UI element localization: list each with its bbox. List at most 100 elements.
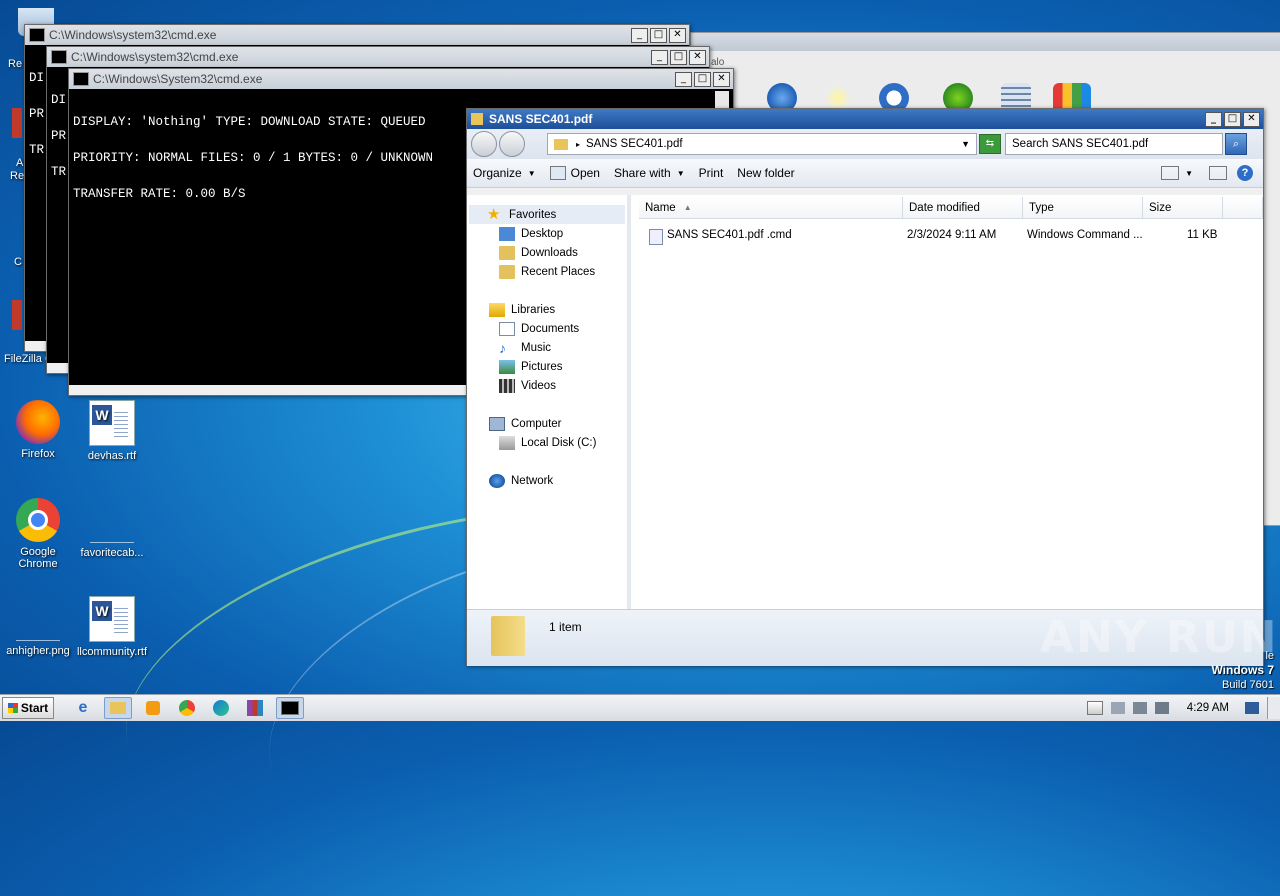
nav-label: Pictures <box>521 360 563 373</box>
desktop-partial-label: Re <box>10 170 25 182</box>
help-icon[interactable]: ? <box>1237 165 1253 181</box>
desktop-icon-devhas[interactable]: devhas.rtf <box>74 400 150 462</box>
desktop-icon-label: llcommunity.rtf <box>76 646 148 658</box>
chevron-down-icon[interactable]: ▼ <box>961 139 970 149</box>
preview-pane-icon[interactable] <box>1209 166 1227 180</box>
view-options-icon[interactable] <box>1161 166 1180 180</box>
taskbar-cmd[interactable] <box>276 697 304 719</box>
desktop-partial-icon-3[interactable] <box>12 300 22 330</box>
new-folder-button[interactable]: New folder <box>737 166 794 180</box>
background-app-titlebar[interactable] <box>691 33 1280 51</box>
nav-favorites[interactable]: ★ Favorites <box>469 205 625 224</box>
back-button[interactable] <box>471 131 497 157</box>
minimize-button[interactable]: _ <box>651 49 668 65</box>
forward-button[interactable] <box>499 131 525 157</box>
close-button[interactable]: ✕ <box>689 49 706 65</box>
taskbar-chrome[interactable] <box>174 698 200 718</box>
cmd-icon <box>73 72 89 86</box>
desktop-icon-label: Firefox <box>21 448 55 460</box>
volume-icon[interactable] <box>1132 702 1147 714</box>
desktop-icon-firefox[interactable]: Firefox <box>0 400 76 460</box>
nav-label: Computer <box>511 417 562 430</box>
maximize-button[interactable]: □ <box>650 27 667 43</box>
address-bar[interactable]: ▸ SANS SEC401.pdf ▼ <box>547 133 977 155</box>
desktop-partial-label: C <box>14 256 22 268</box>
taskbar-edge[interactable] <box>208 698 234 718</box>
explorer-window[interactable]: SANS SEC401.pdf _ □ ✕ ▸ SANS SEC401.pdf … <box>466 108 1264 666</box>
column-header-size[interactable]: Size <box>1143 197 1223 219</box>
close-button[interactable]: ✕ <box>1243 111 1260 127</box>
search-input[interactable]: Search SANS SEC401.pdf <box>1005 133 1223 155</box>
close-button[interactable]: ✕ <box>669 27 686 43</box>
watermark: ANY RUN <box>1040 612 1279 663</box>
start-label: Start <box>20 701 49 715</box>
share-with-button[interactable]: Share with ▼ <box>614 166 685 180</box>
nav-music[interactable]: ♪ Music <box>499 338 551 357</box>
cmd-window-titlebar[interactable]: C:\Windows\system32\cmd.exe _ □ ✕ <box>25 25 689 45</box>
column-header-name[interactable]: Name ▲ <box>639 197 903 219</box>
blank-file-icon <box>16 596 60 641</box>
nav-recent-places[interactable]: Recent Places <box>499 262 595 281</box>
organize-button[interactable]: Organize ▼ <box>473 166 536 180</box>
document-icon <box>499 321 515 336</box>
nav-network[interactable]: Network <box>489 471 553 490</box>
maximize-button[interactable]: □ <box>694 71 711 87</box>
print-button[interactable]: Print <box>699 166 724 180</box>
desktop-partial-icon-2[interactable] <box>12 108 22 138</box>
nav-computer[interactable]: Computer <box>489 414 562 433</box>
nav-local-disk[interactable]: Local Disk (C:) <box>499 433 596 452</box>
clock[interactable]: 4:29 AM <box>1187 702 1229 714</box>
explorer-titlebar[interactable]: SANS SEC401.pdf _ □ ✕ <box>467 109 1263 129</box>
taskbar-media-player[interactable] <box>140 698 166 718</box>
column-header-extra[interactable] <box>1223 197 1263 219</box>
maximize-button[interactable]: □ <box>1224 111 1241 127</box>
minimize-button[interactable]: _ <box>675 71 692 87</box>
search-icon[interactable]: ⌕ <box>1225 133 1247 155</box>
taskbar-ie[interactable]: e <box>70 698 96 718</box>
table-row[interactable]: SANS SEC401.pdf .cmd 2/3/2024 9:11 AM Wi… <box>631 227 1263 245</box>
refresh-button[interactable]: ⇆ <box>979 134 1001 154</box>
cmd-window-titlebar[interactable]: C:\Windows\System32\cmd.exe _ □ ✕ <box>69 69 733 89</box>
column-label: Date modified <box>909 201 980 214</box>
nav-desktop[interactable]: Desktop <box>499 224 563 243</box>
taskbar: Start e 4:29 AM <box>0 694 1280 721</box>
minimize-button[interactable]: _ <box>631 27 648 43</box>
flag-icon[interactable] <box>1086 701 1103 715</box>
desktop-icon-favoritecab[interactable]: favoritecab... <box>74 498 150 559</box>
folder-icon <box>491 616 525 656</box>
open-button[interactable]: Open <box>549 166 600 180</box>
navigation-pane[interactable]: ★ Favorites Desktop Downloads Recent Plac… <box>469 195 631 609</box>
desktop-icon-label: favoritecab... <box>80 547 144 559</box>
desktop-icon-anhigher[interactable]: anhigher.png <box>0 596 76 657</box>
minimize-button[interactable]: _ <box>1205 111 1222 127</box>
cmd-window-titlebar[interactable]: C:\Windows\system32\cmd.exe _ □ ✕ <box>47 47 709 67</box>
close-button[interactable]: ✕ <box>713 71 730 87</box>
taskbar-winrar[interactable] <box>242 698 268 718</box>
computer-icon <box>489 416 505 431</box>
desktop-icon-chrome[interactable]: Google Chrome <box>0 498 76 570</box>
power-icon[interactable] <box>1154 702 1169 714</box>
network-icon <box>489 473 505 488</box>
column-header-type[interactable]: Type <box>1023 197 1143 219</box>
notification-icon[interactable] <box>1245 702 1259 714</box>
desktop-icon-llcommunity[interactable]: llcommunity.rtf <box>74 596 150 658</box>
start-button[interactable]: Start <box>2 697 54 719</box>
nav-label: Libraries <box>511 303 556 316</box>
file-size: 11 KB <box>1187 229 1218 241</box>
nav-downloads[interactable]: Downloads <box>499 243 578 262</box>
column-header-date[interactable]: Date modified <box>903 197 1023 219</box>
chevron-down-icon[interactable]: ▼ <box>1185 169 1193 178</box>
show-desktop-button[interactable] <box>1267 697 1280 719</box>
desktop-icon <box>499 226 515 241</box>
file-list[interactable]: Name ▲ Date modified Type Size SANS SEC40… <box>631 195 1263 609</box>
network-tray-icon[interactable] <box>1110 702 1125 714</box>
column-label: Name <box>645 201 676 214</box>
nav-libraries[interactable]: Libraries <box>489 300 555 319</box>
maximize-button[interactable]: □ <box>670 49 687 65</box>
nav-pictures[interactable]: Pictures <box>499 357 563 376</box>
window-title: C:\Windows\System32\cmd.exe <box>93 72 263 86</box>
nav-videos[interactable]: Videos <box>499 376 556 395</box>
winrar-icon <box>247 700 263 716</box>
nav-documents[interactable]: Documents <box>499 319 579 338</box>
taskbar-explorer[interactable] <box>104 697 132 719</box>
